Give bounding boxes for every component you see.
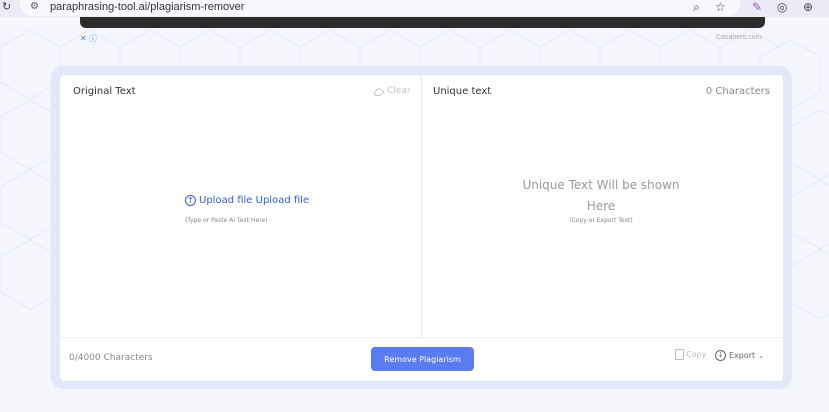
globe-icon[interactable]: ⊕ — [803, 0, 813, 14]
clear-label: Clear — [387, 86, 411, 96]
site-info-icon[interactable]: ⚙ — [30, 1, 39, 12]
clear-button[interactable]: Clear — [373, 86, 411, 96]
original-text-hint: (Type or Paste AI Text Here) — [185, 217, 268, 224]
original-text-title: Original Text — [73, 86, 136, 97]
copy-button[interactable]: Copy — [675, 349, 706, 360]
ad-source: Casahero.com — [716, 34, 762, 41]
url-text[interactable]: paraphrasing-tool.ai/plagiarism-remover — [50, 1, 244, 13]
browser-toolbar: ↻ ⚙ paraphrasing-tool.ai/plagiarism-remo… — [0, 0, 829, 17]
upload-icon: ↑ — [185, 195, 196, 206]
footer-divider — [60, 337, 783, 338]
extension-pen-icon[interactable]: ✎ — [752, 0, 762, 14]
ad-banner[interactable] — [80, 17, 765, 28]
remove-plagiarism-button[interactable]: Remove Plagiarism — [371, 347, 474, 371]
upload-label: Upload file Upload file — [199, 195, 310, 206]
upload-file-button[interactable]: ↑ Upload file Upload file — [185, 195, 309, 206]
unique-text-title: Unique text — [433, 86, 492, 97]
eraser-icon — [373, 86, 385, 96]
reload-icon[interactable]: ↻ — [2, 0, 11, 13]
chevron-down-icon: ⌄ — [758, 351, 765, 360]
panel-divider — [421, 75, 422, 337]
bookmark-star-icon[interactable]: ☆ — [715, 0, 726, 14]
export-label: Export — [729, 351, 756, 360]
unique-text-hint: (Copy or Export Text) — [569, 217, 633, 224]
export-button[interactable]: ↓ Export ⌄ — [715, 350, 764, 361]
character-counter: 0/4000 Characters — [69, 353, 153, 363]
download-icon: ↓ — [715, 350, 726, 361]
unique-character-count: 0 Characters — [705, 86, 770, 97]
copy-icon — [675, 349, 684, 360]
zoom-icon[interactable]: ⌕ — [693, 0, 700, 15]
unique-text-placeholder: Unique Text Will be shown Here — [522, 178, 680, 213]
ad-close-icon[interactable]: ✕ ⓘ — [80, 33, 97, 44]
extension-icon[interactable]: ◎ — [777, 0, 787, 14]
copy-label: Copy — [686, 350, 707, 359]
